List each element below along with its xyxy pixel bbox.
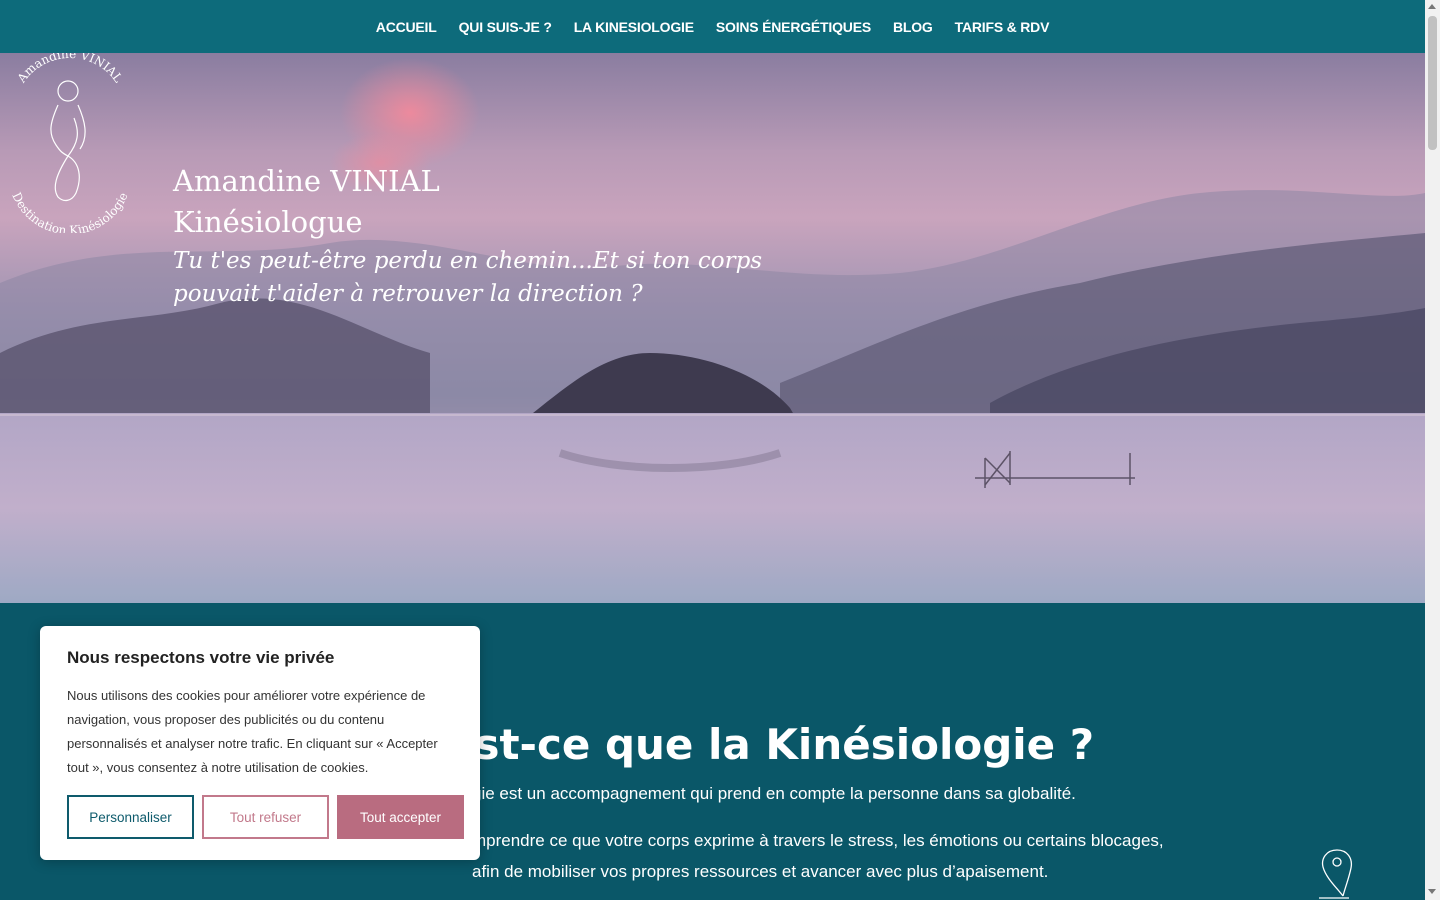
accept-all-button[interactable]: Tout accepter bbox=[337, 795, 464, 839]
nav-item-blog[interactable]: BLOG bbox=[893, 19, 933, 35]
cookie-title: Nous respectons votre vie privée bbox=[67, 648, 335, 667]
scroll-down-arrow-icon[interactable] bbox=[1428, 889, 1436, 894]
hero-tagline: Tu t'es peut-être perdu en chemin...Et s… bbox=[173, 248, 763, 307]
brand-logo[interactable]: Amandine VINIAL Destination Kinésiologie bbox=[0, 53, 140, 233]
nav-item-tarifs-rdv[interactable]: TARIFS & RDV bbox=[955, 19, 1050, 35]
location-pin-icon bbox=[1319, 849, 1353, 899]
hero-banner: Amandine VINIAL Kinésiologue Tu t'es peu… bbox=[0, 53, 1425, 603]
page-scrollbar[interactable] bbox=[1425, 0, 1440, 900]
refuse-all-button[interactable]: Tout refuser bbox=[202, 795, 329, 839]
scroll-thumb[interactable] bbox=[1428, 16, 1437, 150]
section-title: ’est-ce que la Kinésiologie ? bbox=[430, 719, 1095, 769]
nav-item-qui-suis-je[interactable]: QUI SUIS-JE ? bbox=[459, 19, 552, 35]
logo-bottom-text: Destination Kinésiologie bbox=[9, 190, 130, 233]
nav-item-accueil[interactable]: ACCUEIL bbox=[376, 19, 437, 35]
svg-text:Destination Kinésiologie: Destination Kinésiologie bbox=[9, 190, 130, 233]
hero-landscape-image bbox=[0, 58, 1425, 603]
nav-item-soins-energetiques[interactable]: SOINS ÉNERGÉTIQUES bbox=[716, 19, 871, 35]
cookie-consent-banner: Nous respectons votre vie privée Nous ut… bbox=[40, 626, 480, 860]
cookie-text: Nous utilisons des cookies pour améliore… bbox=[67, 688, 438, 775]
nav-item-kinesiologie[interactable]: LA KINESIOLOGIE bbox=[574, 19, 694, 35]
scroll-up-arrow-icon[interactable] bbox=[1428, 4, 1436, 9]
cookie-buttons: Personnaliser Tout refuser Tout accepter bbox=[67, 795, 464, 839]
hero-name: Amandine VINIAL bbox=[173, 164, 440, 198]
section-paragraph-1: gie est un accompagnement qui prend en c… bbox=[472, 784, 1076, 803]
section-paragraph-2: mprendre ce que votre corps exprime à tr… bbox=[472, 831, 1164, 881]
hero-role: Kinésiologue bbox=[173, 205, 363, 239]
customize-button[interactable]: Personnaliser bbox=[67, 795, 194, 839]
main-navigation: ACCUEIL QUI SUIS-JE ? LA KINESIOLOGIE SO… bbox=[0, 0, 1425, 53]
hero-text: Amandine VINIAL Kinésiologue Tu t'es peu… bbox=[173, 161, 813, 311]
